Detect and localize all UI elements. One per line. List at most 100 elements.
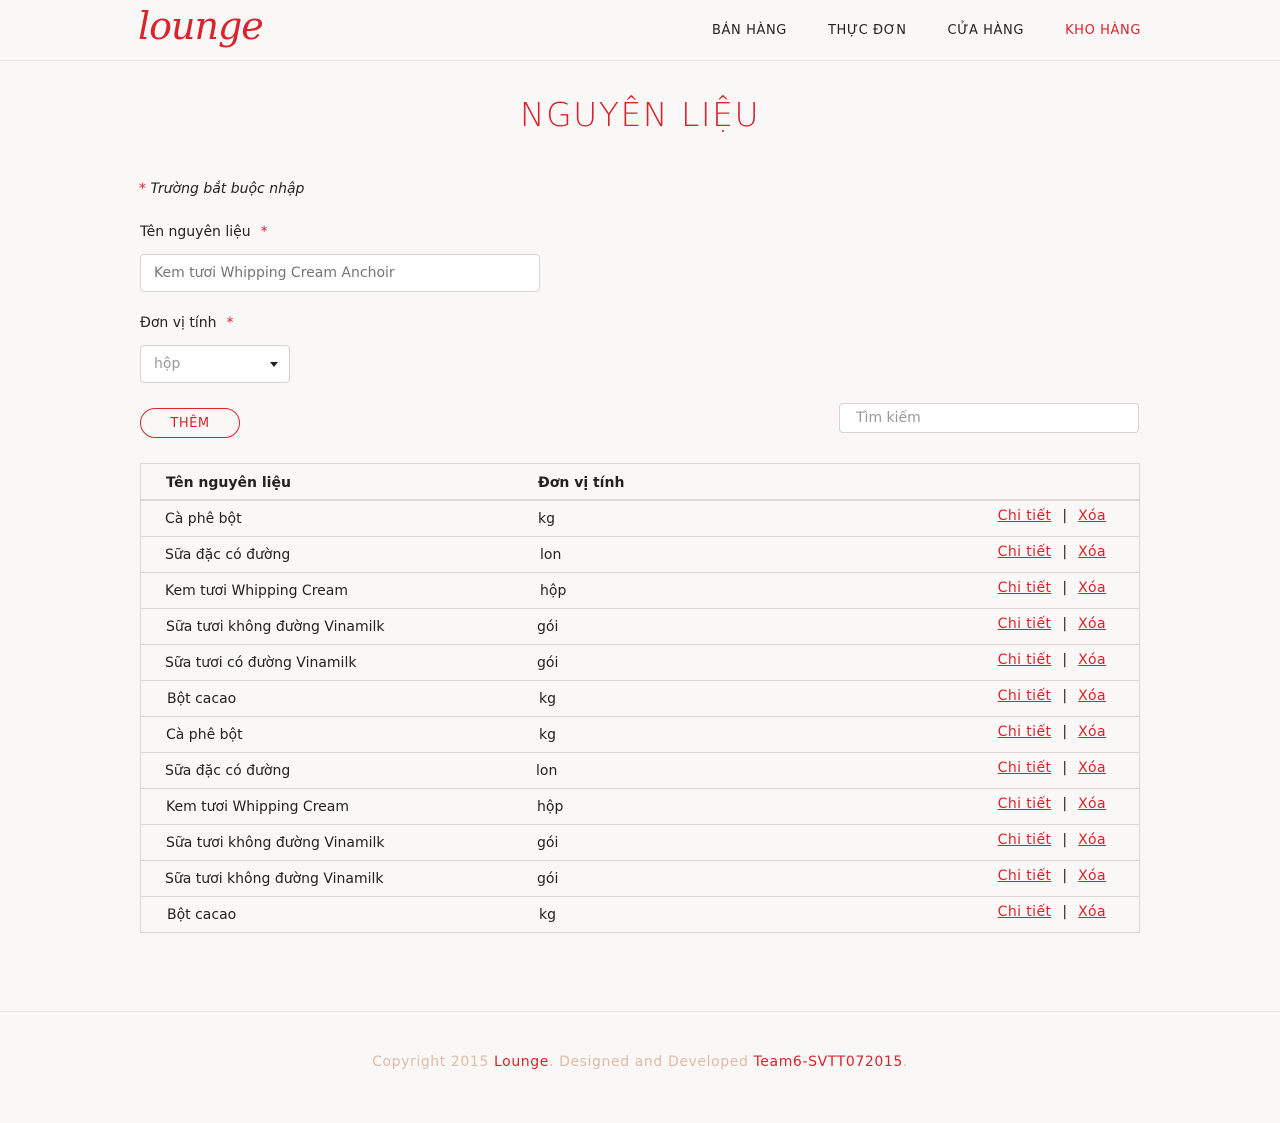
row-actions: Chi tiết | Xóa — [998, 904, 1106, 920]
row-actions: Chi tiết | Xóa — [998, 652, 1106, 668]
action-separator: | — [1062, 616, 1068, 632]
nav-item-ban-hang[interactable]: BÁN HÀNG — [712, 23, 787, 38]
cell-unit: gói — [537, 871, 559, 887]
name-label: Tên nguyên liệu * — [140, 224, 268, 240]
detail-link[interactable]: Chi tiết — [998, 688, 1052, 704]
row-actions: Chi tiết | Xóa — [998, 796, 1106, 812]
action-separator: | — [1062, 544, 1068, 560]
detail-link[interactable]: Chi tiết — [998, 616, 1052, 632]
footer: Copyright 2015 Lounge. Designed and Deve… — [0, 1011, 1280, 1123]
cell-unit: gói — [537, 619, 559, 635]
cell-name: Sữa đặc có đường — [165, 763, 291, 779]
action-separator: | — [1062, 580, 1068, 596]
table-header: Tên nguyên liệu Đơn vị tính — [141, 464, 1139, 501]
table-row: Sữa đặc có đường lon Chi tiết | Xóa — [141, 537, 1139, 573]
row-actions: Chi tiết | Xóa — [998, 616, 1106, 632]
detail-link[interactable]: Chi tiết — [998, 580, 1052, 596]
footer-copyright: Copyright 2015 — [372, 1054, 494, 1070]
detail-link[interactable]: Chi tiết — [998, 508, 1052, 524]
row-actions: Chi tiết | Xóa — [998, 724, 1106, 740]
delete-link[interactable]: Xóa — [1078, 832, 1106, 848]
footer-team-link[interactable]: Team6-SVTT072015 — [754, 1054, 903, 1070]
name-label-text: Tên nguyên liệu — [140, 224, 251, 240]
cell-name: Sữa tươi không đường Vinamilk — [166, 619, 385, 635]
add-button[interactable]: THÊM — [140, 408, 240, 438]
row-actions: Chi tiết | Xóa — [998, 760, 1106, 776]
delete-link[interactable]: Xóa — [1078, 868, 1106, 884]
search-input[interactable] — [839, 403, 1139, 433]
detail-link[interactable]: Chi tiết — [998, 832, 1052, 848]
delete-link[interactable]: Xóa — [1078, 616, 1106, 632]
action-separator: | — [1062, 832, 1068, 848]
table-row: Sữa tươi không đường Vinamilk gói Chi tiết… — [141, 861, 1139, 897]
header: lounge BÁN HÀNG THỰC ĐƠN CỬA HÀNG KHO HÀ… — [0, 0, 1280, 61]
required-star: * — [226, 315, 234, 331]
delete-link[interactable]: Xóa — [1078, 544, 1106, 560]
row-actions: Chi tiết | Xóa — [998, 868, 1106, 884]
table-row: Kem tươi Whipping Cream hộp Chi tiết | Xóa — [141, 789, 1139, 825]
table-row: Bột cacao kg Chi tiết | Xóa — [141, 681, 1139, 717]
action-separator: | — [1062, 508, 1068, 524]
cell-unit: lon — [540, 547, 562, 563]
delete-link[interactable]: Xóa — [1078, 724, 1106, 740]
footer-designed: . Designed and Developed — [548, 1054, 754, 1070]
row-actions: Chi tiết | Xóa — [998, 580, 1106, 596]
row-actions: Chi tiết | Xóa — [998, 508, 1106, 524]
delete-link[interactable]: Xóa — [1078, 508, 1106, 524]
cell-name: Cà phê bột — [165, 511, 242, 527]
detail-link[interactable]: Chi tiết — [998, 724, 1052, 740]
table-row: Sữa tươi không đường Vinamilk gói Chi tiết… — [141, 825, 1139, 861]
unit-label: Đơn vị tính * — [140, 315, 234, 331]
cell-unit: lon — [536, 763, 558, 779]
ingredients-table: Tên nguyên liệu Đơn vị tính Cà phê bột kg… — [140, 463, 1140, 933]
cell-unit: gói — [537, 835, 559, 851]
required-star: * — [260, 224, 268, 240]
delete-link[interactable]: Xóa — [1078, 688, 1106, 704]
column-header-unit: Đơn vị tính — [538, 475, 625, 491]
cell-name: Sữa đặc có đường — [165, 547, 291, 563]
cell-unit: hộp — [540, 583, 567, 599]
delete-link[interactable]: Xóa — [1078, 652, 1106, 668]
delete-link[interactable]: Xóa — [1078, 796, 1106, 812]
action-separator: | — [1062, 760, 1068, 776]
delete-link[interactable]: Xóa — [1078, 760, 1106, 776]
detail-link[interactable]: Chi tiết — [998, 796, 1052, 812]
detail-link[interactable]: Chi tiết — [998, 868, 1052, 884]
action-separator: | — [1062, 868, 1068, 884]
logo[interactable]: lounge — [138, 4, 264, 48]
delete-link[interactable]: Xóa — [1078, 904, 1106, 920]
unit-label-text: Đơn vị tính — [140, 315, 217, 331]
detail-link[interactable]: Chi tiết — [998, 760, 1052, 776]
table-row: Sữa đặc có đường lon Chi tiết | Xóa — [141, 753, 1139, 789]
nav-item-thuc-don[interactable]: THỰC ĐƠN — [828, 23, 907, 38]
cell-name: Bột cacao — [167, 907, 237, 923]
cell-name: Kem tươi Whipping Cream — [166, 799, 349, 815]
cell-unit: kg — [539, 727, 556, 743]
cell-name: Kem tươi Whipping Cream — [165, 583, 348, 599]
detail-link[interactable]: Chi tiết — [998, 904, 1052, 920]
detail-link[interactable]: Chi tiết — [998, 652, 1052, 668]
cell-name: Bột cacao — [167, 691, 237, 707]
cell-unit: kg — [539, 907, 556, 923]
cell-name: Cà phê bột — [166, 727, 243, 743]
cell-unit: hộp — [537, 799, 564, 815]
action-separator: | — [1062, 652, 1068, 668]
name-input[interactable] — [140, 254, 540, 292]
footer-brand-link[interactable]: Lounge — [494, 1054, 549, 1070]
unit-select[interactable]: hộp — [140, 345, 290, 383]
table-row: Sữa tươi không đường Vinamilk gói Chi tiết… — [141, 609, 1139, 645]
cell-unit: kg — [538, 511, 555, 527]
caret-down-icon — [270, 362, 278, 367]
row-actions: Chi tiết | Xóa — [998, 544, 1106, 560]
required-note: * Trường bắt buộc nhập — [139, 181, 304, 197]
nav-item-cua-hang[interactable]: CỬA HÀNG — [948, 23, 1025, 38]
page-title: NGUYÊN LIỆU — [519, 95, 761, 134]
delete-link[interactable]: Xóa — [1078, 580, 1106, 596]
detail-link[interactable]: Chi tiết — [998, 544, 1052, 560]
required-note-text: Trường bắt buộc nhập — [150, 181, 305, 197]
cell-name: Sữa tươi không đường Vinamilk — [166, 835, 385, 851]
cell-name: Sữa tươi không đường Vinamilk — [165, 871, 384, 887]
action-separator: | — [1062, 724, 1068, 740]
nav-item-kho-hang[interactable]: KHO HÀNG — [1065, 23, 1141, 38]
cell-unit: gói — [537, 655, 559, 671]
